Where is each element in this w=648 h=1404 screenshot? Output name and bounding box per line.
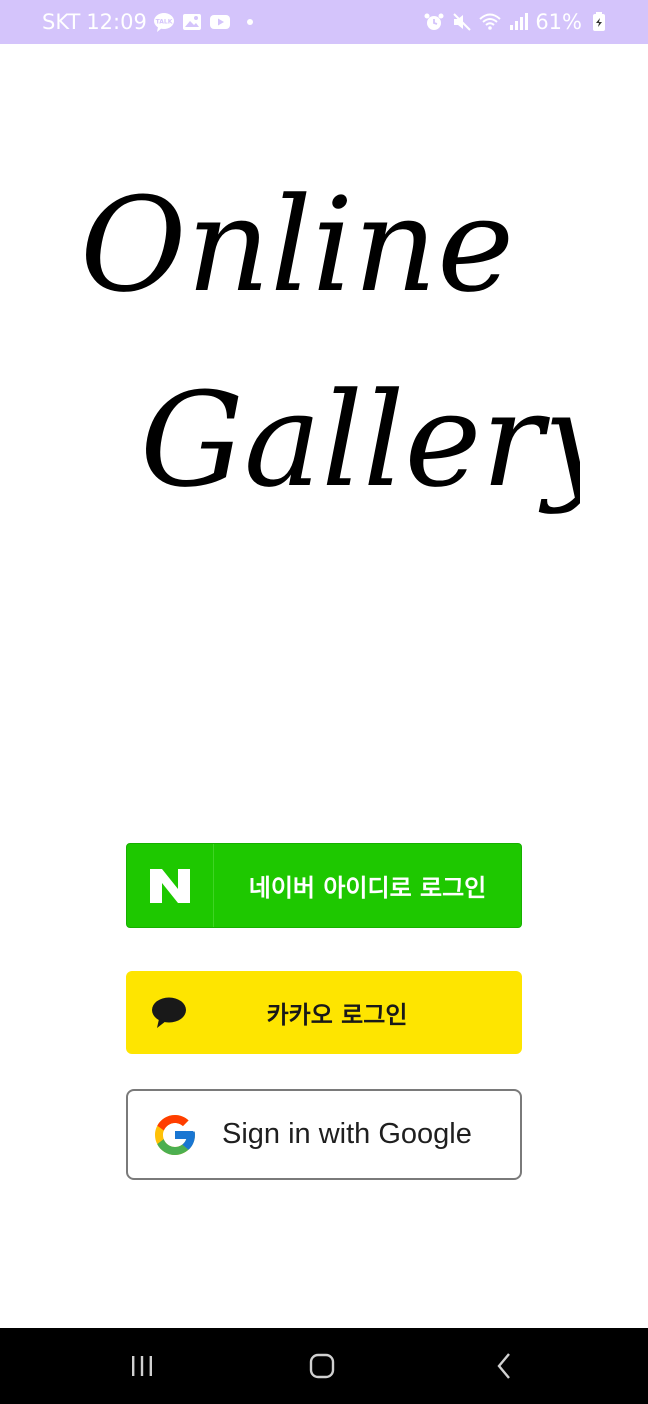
alarm-icon [423, 11, 445, 33]
status-left: SKT 12:09 TALK [42, 0, 253, 44]
carrier: SKT [42, 10, 81, 34]
svg-text:TALK: TALK [155, 19, 172, 26]
gallery-icon [181, 11, 203, 33]
google-login-label: Sign in with Google [222, 1118, 472, 1150]
app-logo: Online Gallery [70, 150, 619, 580]
notification-dot [246, 19, 253, 25]
home-icon [309, 1353, 335, 1379]
back-button[interactable] [464, 1328, 544, 1404]
battery-icon [588, 11, 610, 33]
status-bar: SKT 12:09 TALK 61% [0, 0, 648, 44]
google-g-icon [155, 1114, 195, 1155]
back-icon [497, 1353, 510, 1379]
naver-n-icon [150, 868, 190, 903]
naver-logo [127, 844, 214, 927]
logo-line-1: Online [80, 169, 514, 321]
kakao-login-label: 카카오 로그인 [266, 1001, 408, 1029]
home-button[interactable] [282, 1328, 362, 1404]
mute-icon [451, 11, 473, 33]
system-nav-bar [0, 1328, 648, 1404]
wifi-icon [479, 11, 501, 33]
youtube-icon [209, 11, 231, 33]
status-right: 61% [423, 0, 610, 44]
logo-line-2: Gallery [140, 364, 580, 516]
signal-icon [507, 11, 529, 33]
google-logo [128, 1091, 222, 1178]
kakao-logo [126, 971, 212, 1054]
talk-icon: TALK [153, 11, 175, 33]
naver-login-button[interactable]: 네이버 아이디로 로그인 [126, 843, 522, 928]
recent-apps-icon [132, 1356, 152, 1376]
clock: 12:09 [86, 10, 147, 34]
kakao-speech-bubble-icon [152, 997, 186, 1028]
recent-apps-button[interactable] [102, 1328, 182, 1404]
battery-percent: 61% [535, 10, 582, 34]
logo-script-svg: Online Gallery [80, 169, 619, 516]
google-login-button[interactable]: Sign in with Google [126, 1089, 522, 1180]
naver-login-label: 네이버 아이디로 로그인 [248, 874, 487, 902]
kakao-login-button[interactable]: 카카오 로그인 [126, 971, 522, 1054]
